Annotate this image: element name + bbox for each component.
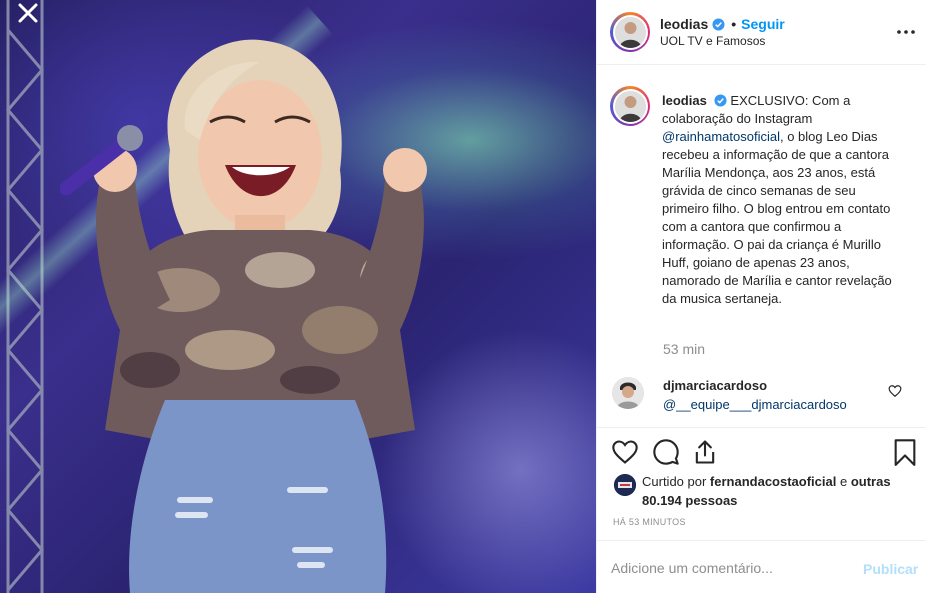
bookmark-icon[interactable] bbox=[891, 438, 919, 466]
comment-text[interactable]: @__equipe___djmarciacardoso bbox=[663, 397, 847, 412]
post-photo bbox=[0, 0, 596, 593]
action-bar bbox=[597, 430, 926, 470]
close-icon bbox=[18, 3, 38, 23]
close-button[interactable] bbox=[8, 0, 48, 26]
caption-author-avatar[interactable] bbox=[610, 86, 650, 126]
singer-figure bbox=[60, 39, 427, 593]
comment-like-heart-icon[interactable] bbox=[888, 384, 902, 398]
follow-button[interactable]: Seguir bbox=[741, 16, 785, 32]
post-side-panel: leodias • Seguir UOL TV e Famosos leodia… bbox=[596, 0, 926, 593]
caption-mention[interactable]: @rainhamatosoficial bbox=[662, 129, 780, 144]
comment-username[interactable]: djmarciacardoso bbox=[663, 378, 767, 393]
verified-badge-icon bbox=[714, 94, 727, 107]
add-comment-bar: Publicar bbox=[597, 540, 926, 593]
more-options-button[interactable] bbox=[895, 23, 917, 41]
liker-username[interactable]: fernandacostaoficial bbox=[710, 474, 836, 489]
caption-timestamp: 53 min bbox=[663, 341, 706, 357]
caption-username[interactable]: leodias bbox=[662, 93, 707, 108]
liked-by-middle: e bbox=[836, 474, 851, 489]
post-caption: leodias EXCLUSIVO: Com a colaboração do … bbox=[662, 92, 902, 308]
author-avatar[interactable] bbox=[610, 12, 650, 52]
comments-section: leodias EXCLUSIVO: Com a colaboração do … bbox=[597, 66, 926, 428]
comment-input[interactable] bbox=[611, 557, 851, 579]
verified-badge-icon bbox=[712, 17, 725, 31]
comment-icon[interactable] bbox=[652, 438, 680, 466]
liked-by-text: Curtido por fernandacostaoficial e outra… bbox=[642, 472, 917, 510]
liked-by-prefix: Curtido por bbox=[642, 474, 710, 489]
post-header: leodias • Seguir UOL TV e Famosos bbox=[597, 0, 926, 65]
commenter-avatar[interactable] bbox=[612, 377, 644, 409]
author-username[interactable]: leodias bbox=[660, 16, 708, 32]
liker-avatar[interactable] bbox=[614, 474, 636, 496]
separator-dot: • bbox=[731, 16, 737, 32]
more-options-icon bbox=[897, 30, 915, 34]
post-location[interactable]: UOL TV e Famosos bbox=[660, 34, 765, 48]
caption-text-end: , o blog Leo Dias recebeu a informação d… bbox=[662, 129, 892, 306]
post-timestamp[interactable]: HÁ 53 MINUTOS bbox=[613, 517, 686, 527]
heart-icon[interactable] bbox=[611, 438, 639, 466]
likes-summary: Curtido por fernandacostaoficial e outra… bbox=[597, 470, 926, 510]
share-icon[interactable] bbox=[691, 438, 719, 466]
post-comment-button[interactable]: Publicar bbox=[863, 561, 918, 577]
